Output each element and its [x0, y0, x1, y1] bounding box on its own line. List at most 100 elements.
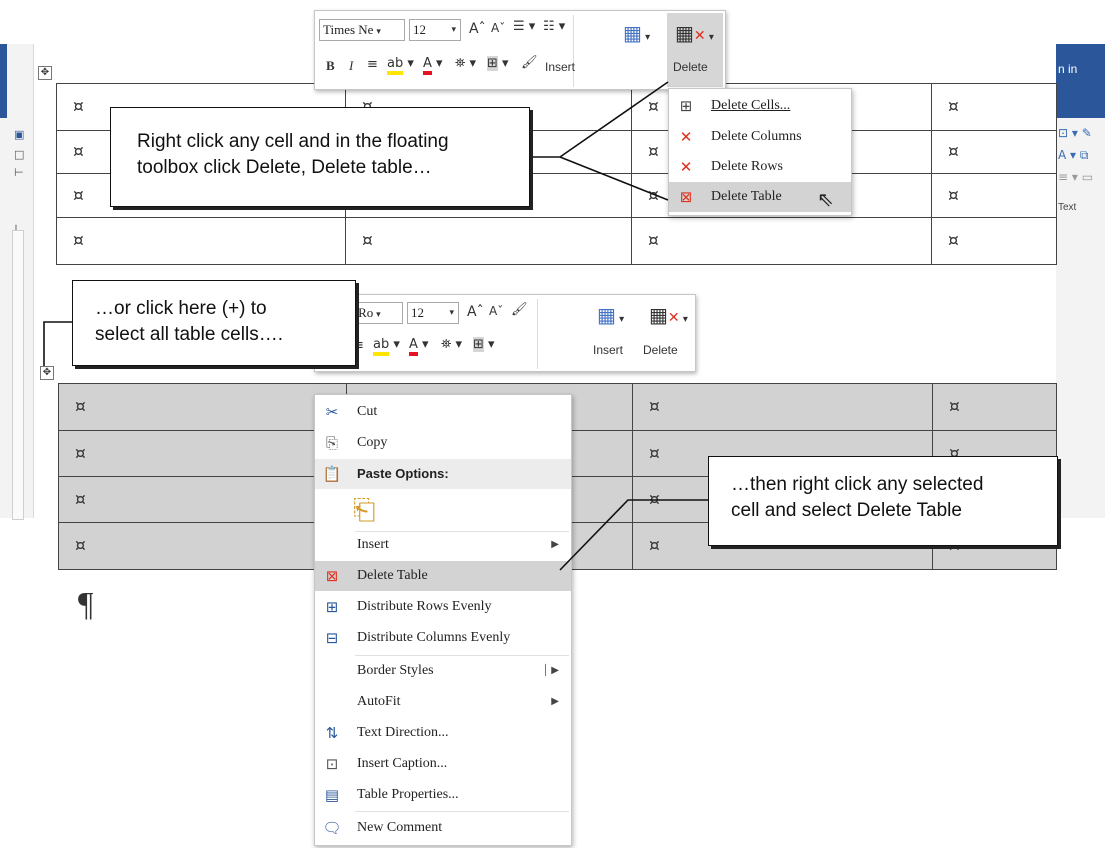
- grow-font-icon[interactable]: Aˆ: [467, 304, 484, 320]
- callout-1-line-1: Right click any cell and in the floating: [137, 131, 449, 152]
- distribute-columns-label: Distribute Columns Evenly: [357, 630, 511, 645]
- insert-item[interactable]: Insert ▶: [315, 530, 571, 560]
- left-ribbon-icon-2[interactable]: □: [14, 148, 24, 161]
- font-name-value: Times Ne: [323, 22, 374, 37]
- font-color-icon[interactable]: A ▾: [409, 337, 429, 356]
- font-color-icon[interactable]: A ▾: [423, 56, 443, 75]
- cut-label: Cut: [357, 404, 378, 419]
- chevron-down-icon: ▾: [451, 25, 456, 35]
- highlight-color-icon[interactable]: ab ▾: [387, 56, 414, 75]
- insert-table-icon[interactable]: ▦ ▾: [597, 303, 624, 327]
- callout-2: …or click here (+) to select all table c…: [72, 280, 356, 366]
- ribbon-shapes-icon[interactable]: ⊡ ▾ ✎: [1058, 126, 1092, 140]
- borders-icon[interactable]: ⊞ ▾: [473, 337, 495, 352]
- table-cell[interactable]: ¤: [631, 217, 932, 265]
- new-comment-item[interactable]: 🗨 New Comment: [315, 813, 571, 843]
- ribbon-wordart-icon[interactable]: A ▾ ⧉: [1058, 148, 1088, 163]
- delete-table-label: Delete Table: [711, 189, 782, 204]
- toolbar-divider: [573, 15, 574, 87]
- ribbon-tab-fragment[interactable]: n in: [1058, 62, 1077, 76]
- paste-icon: 📋: [322, 465, 342, 483]
- delete-columns-item[interactable]: ✕ Delete Columns: [669, 122, 851, 152]
- insert-table-icon[interactable]: ▦ ▾: [623, 21, 650, 45]
- autofit-item[interactable]: AutoFit ▶: [315, 687, 571, 717]
- format-painter-icon[interactable]: 🖌: [521, 55, 538, 70]
- delete-cells-item[interactable]: ⊞ Delete Cells...: [669, 91, 851, 121]
- right-ribbon-edge: [1056, 44, 1105, 118]
- table-cell[interactable]: ¤: [931, 217, 1057, 265]
- delete-table-item[interactable]: ⊠ Delete Table ⇖: [669, 182, 851, 212]
- callout-1: Right click any cell and in the floating…: [110, 107, 530, 207]
- delete-table-icon[interactable]: ▦✕ ▾: [649, 303, 688, 327]
- delete-rows-item[interactable]: ✕ Delete Rows: [669, 152, 851, 182]
- text-direction-item[interactable]: ⇅ Text Direction...: [315, 718, 571, 748]
- font-name-box[interactable]: Times Ne ▾: [319, 19, 405, 41]
- insert-label: Insert: [357, 537, 389, 552]
- grow-font-icon[interactable]: Aˆ: [469, 21, 486, 37]
- font-size-box[interactable]: 12 ▾: [407, 302, 459, 324]
- delete-dropdown-menu: ⊞ Delete Cells... ✕ Delete Columns ✕ Delete…: [668, 88, 852, 216]
- chevron-down-icon: ▾: [373, 310, 381, 320]
- delete-label[interactable]: Delete: [643, 343, 678, 357]
- left-ribbon-icon[interactable]: ▣: [14, 128, 24, 141]
- left-ribbon-edge: [0, 44, 7, 118]
- bold-icon[interactable]: B: [326, 58, 335, 74]
- insert-caption-item[interactable]: ⊡ Insert Caption...: [315, 749, 571, 779]
- distribute-columns-item[interactable]: ⊟ Distribute Columns Evenly: [315, 623, 571, 653]
- callout-3-line-2: cell and select Delete Table: [731, 500, 962, 521]
- table-cell[interactable]: ¤: [58, 476, 347, 523]
- italic-icon[interactable]: I: [349, 58, 353, 74]
- paste-options-header: 📋 Paste Options:: [315, 459, 571, 489]
- highlight-color-icon[interactable]: ab ▾: [373, 337, 400, 356]
- shading-icon[interactable]: ⛯ ▾: [441, 337, 462, 352]
- table-cell[interactable]: ¤: [58, 430, 347, 477]
- center-align-icon[interactable]: ≡: [367, 57, 378, 72]
- delete-table-icon: ▦✕ ▾: [675, 21, 714, 45]
- table-cell[interactable]: ¤: [58, 383, 347, 431]
- submenu-arrow-icon: ▶: [551, 696, 559, 707]
- floating-toolbar-bottom: s New Ro ▾ 12▾ Aˆ Aˇ 🖌 ≡ ab ▾ A ▾ ⛯ ▾ ⊞ …: [314, 294, 696, 372]
- delete-cells-label: Delete Cells...: [711, 98, 791, 113]
- left-ribbon-icon-3[interactable]: ⊢: [14, 166, 24, 179]
- font-size-box[interactable]: 12 ▾: [409, 19, 461, 41]
- text-direction-icon: ⇅: [325, 724, 339, 742]
- format-painter-icon[interactable]: 🖌: [511, 302, 528, 317]
- distribute-rows-item[interactable]: ⊞ Distribute Rows Evenly: [315, 592, 571, 622]
- font-size-value: 12: [411, 305, 424, 320]
- table-cell[interactable]: ¤: [58, 522, 347, 570]
- caption-icon: ⊡: [325, 755, 339, 773]
- table-properties-icon: ▤: [324, 786, 340, 804]
- table-cell[interactable]: ¤: [931, 173, 1057, 218]
- table-cell[interactable]: ¤: [632, 383, 933, 431]
- bullets-icon[interactable]: ☰ ▾: [513, 19, 535, 34]
- comment-icon: 🗨: [322, 819, 342, 837]
- shrink-font-icon[interactable]: Aˇ: [489, 304, 503, 318]
- borders-icon[interactable]: ⊞ ▾: [487, 56, 509, 71]
- table-cell[interactable]: ¤: [931, 83, 1057, 131]
- toolbar-divider: [537, 299, 538, 369]
- table-move-handle-icon[interactable]: ✥: [38, 66, 52, 80]
- delete-table-item[interactable]: ⊠ Delete Table: [315, 561, 571, 591]
- table-cell[interactable]: ¤: [932, 383, 1057, 431]
- delete-button[interactable]: ▦✕ ▾ Delete: [667, 13, 723, 87]
- cut-item[interactable]: ✂ Cut: [315, 397, 571, 427]
- chevron-down-icon: ▾: [373, 27, 381, 37]
- numbering-icon[interactable]: ☷ ▾: [543, 19, 565, 34]
- ribbon-dropcap-icon[interactable]: ≡ ▾ ▭: [1058, 170, 1093, 184]
- shading-icon[interactable]: ⛯ ▾: [455, 56, 476, 71]
- table-cell[interactable]: ¤: [345, 217, 632, 265]
- select-all-handle-icon[interactable]: ✥: [40, 366, 54, 380]
- table-properties-item[interactable]: ▤ Table Properties...: [315, 780, 571, 810]
- insert-label[interactable]: Insert: [593, 343, 623, 357]
- distribute-rows-label: Distribute Rows Evenly: [357, 599, 492, 614]
- border-styles-label: Border Styles: [357, 663, 434, 678]
- shrink-font-icon[interactable]: Aˇ: [491, 21, 505, 35]
- delete-columns-icon: ✕: [679, 128, 693, 146]
- scissors-icon: ✂: [325, 403, 339, 421]
- paste-keep-text-icon[interactable]: ⎗: [353, 493, 375, 527]
- copy-item[interactable]: ⎘ Copy: [315, 428, 571, 458]
- border-styles-item[interactable]: Border Styles │ ▶: [315, 656, 571, 686]
- delete-cells-icon: ⊞: [679, 97, 693, 115]
- table-cell[interactable]: ¤: [56, 217, 346, 265]
- table-cell[interactable]: ¤: [931, 130, 1057, 174]
